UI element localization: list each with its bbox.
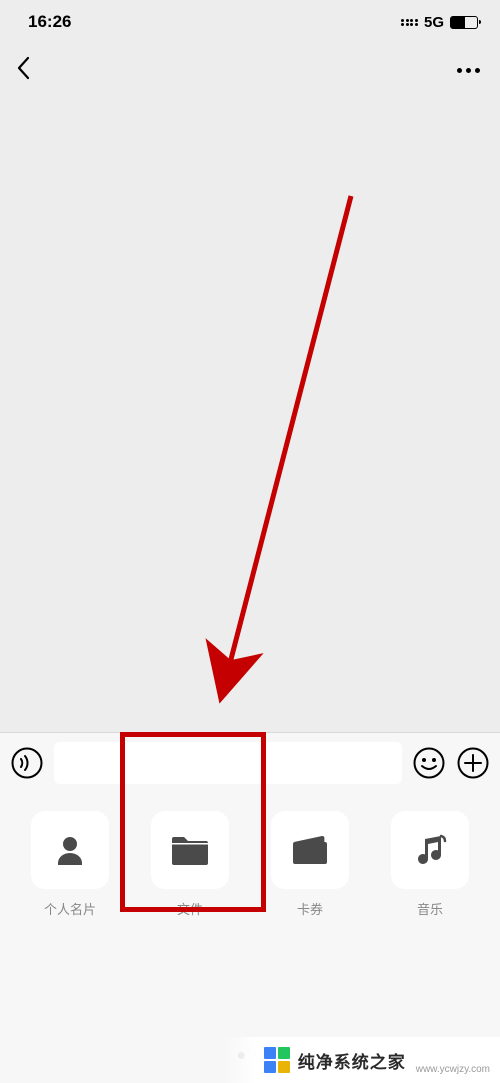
watermark-url: www.ycwjzy.com xyxy=(416,1064,490,1083)
music-icon xyxy=(411,831,449,869)
chat-area[interactable] xyxy=(0,96,500,683)
folder-icon xyxy=(170,833,210,867)
watermark: 纯净系统之家 www.ycwjzy.com xyxy=(224,1037,500,1083)
attach-label: 文件 xyxy=(177,899,203,918)
attach-item-contact-card[interactable]: 个人名片 xyxy=(14,811,126,1083)
input-row xyxy=(0,733,500,793)
person-icon xyxy=(51,831,89,869)
input-panel: 个人名片 文件 卡券 xyxy=(0,732,500,1083)
emoji-button[interactable] xyxy=(412,746,446,780)
wallet-icon xyxy=(290,834,330,866)
signal-icon xyxy=(401,19,418,26)
watermark-logo-icon xyxy=(264,1047,290,1073)
status-right: 5G xyxy=(401,14,478,31)
message-input[interactable] xyxy=(54,742,402,784)
network-label: 5G xyxy=(424,14,444,31)
status-time: 16:26 xyxy=(28,12,71,32)
status-bar: 16:26 5G xyxy=(0,0,500,44)
battery-icon xyxy=(450,16,478,29)
smile-icon xyxy=(413,747,445,779)
more-button[interactable] xyxy=(457,68,484,73)
attach-label: 卡券 xyxy=(297,899,323,918)
voice-icon xyxy=(11,747,43,779)
plus-icon xyxy=(457,747,489,779)
attach-label: 音乐 xyxy=(417,899,443,918)
watermark-text: 纯净系统之家 xyxy=(298,1048,406,1073)
chevron-left-icon xyxy=(16,56,30,80)
plus-button[interactable] xyxy=(456,746,490,780)
attach-label: 个人名片 xyxy=(44,899,96,918)
nav-bar xyxy=(0,44,500,96)
back-button[interactable] xyxy=(16,56,30,85)
voice-button[interactable] xyxy=(10,746,44,780)
